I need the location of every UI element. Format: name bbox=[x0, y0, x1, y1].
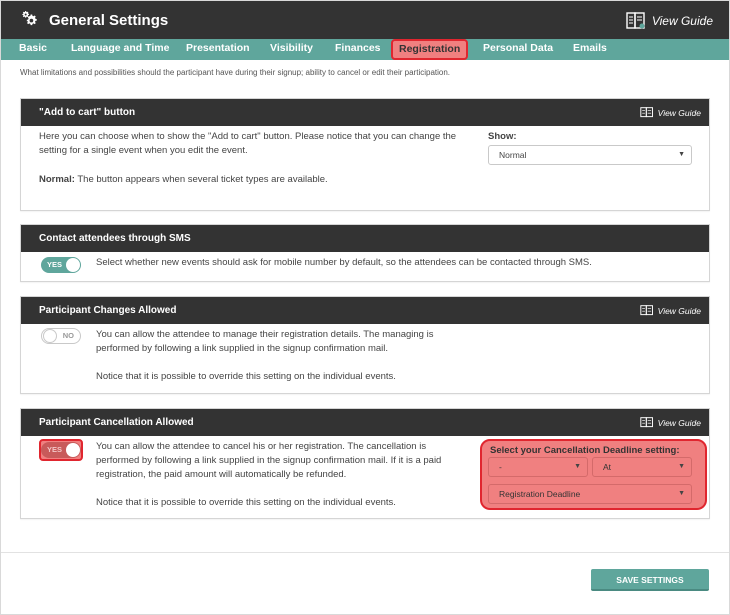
view-guide-link[interactable]: View Guide bbox=[626, 12, 713, 30]
override-note: Notice that it is possible to override t… bbox=[96, 371, 396, 382]
view-guide-link[interactable]: View Guide bbox=[640, 417, 701, 428]
description-line: setting for a single event when you edit… bbox=[39, 145, 248, 156]
show-label: Show: bbox=[488, 131, 517, 142]
view-guide-link[interactable]: View Guide bbox=[640, 107, 701, 118]
view-guide-label: View Guide bbox=[651, 14, 713, 28]
deadline-reference-select[interactable]: Registration Deadline ▼ bbox=[488, 484, 692, 504]
tab-registration[interactable]: Registration bbox=[391, 39, 469, 60]
description-line: registration, the paid amount will autom… bbox=[96, 469, 347, 480]
description-line: You can allow the attendee to cancel his… bbox=[96, 441, 427, 452]
changes-toggle[interactable]: NO bbox=[41, 328, 81, 344]
book-icon bbox=[640, 305, 653, 316]
panel-header: Participant Changes Allowed View Guide bbox=[21, 297, 709, 324]
description-line: performed by following a link supplied i… bbox=[96, 455, 442, 466]
select-value: - bbox=[499, 462, 502, 472]
toggle-label: YES bbox=[47, 445, 63, 454]
footer-divider bbox=[1, 552, 729, 553]
toggle-knob bbox=[43, 329, 57, 343]
book-icon bbox=[640, 107, 653, 118]
description-line: performed by following a link supplied i… bbox=[96, 343, 389, 354]
chevron-down-icon: ▼ bbox=[678, 490, 685, 497]
top-bar: General Settings View Guide bbox=[1, 1, 729, 39]
deadline-amount-select[interactable]: - ▼ bbox=[488, 457, 588, 477]
page-title: General Settings bbox=[49, 12, 169, 29]
book-icon bbox=[640, 417, 653, 428]
save-settings-button[interactable]: SAVE SETTINGS bbox=[591, 569, 709, 591]
panel-title: Participant Cancellation Allowed bbox=[39, 417, 194, 428]
intro-text: What limitations and possibilities shoul… bbox=[20, 68, 451, 77]
tab-language-and-time[interactable]: Language and Time bbox=[71, 42, 169, 54]
tab-emails[interactable]: Emails bbox=[573, 42, 607, 54]
panel-header: "Add to cart" button View Guide bbox=[21, 99, 709, 126]
chevron-down-icon: ▼ bbox=[574, 463, 581, 470]
tab-basic[interactable]: Basic bbox=[19, 42, 47, 54]
view-guide-link[interactable]: View Guide bbox=[640, 305, 701, 316]
show-select[interactable]: Normal ▼ bbox=[488, 145, 692, 165]
cancellation-toggle-highlight: YES bbox=[39, 439, 83, 461]
gear-icon bbox=[22, 11, 37, 26]
mode-description: Normal: The button appears when several … bbox=[39, 173, 328, 187]
participant-cancellation-panel: Participant Cancellation Allowed View Gu… bbox=[20, 408, 710, 519]
tab-bar: Basic Language and Time Presentation Vis… bbox=[1, 39, 729, 60]
description-line: You can allow the attendee to manage the… bbox=[96, 329, 434, 340]
chevron-down-icon: ▼ bbox=[678, 463, 685, 470]
toggle-knob bbox=[66, 443, 80, 457]
sms-description: Select whether new events should ask for… bbox=[96, 257, 592, 268]
tab-visibility[interactable]: Visibility bbox=[270, 42, 313, 54]
toggle-knob bbox=[66, 258, 80, 272]
tab-presentation[interactable]: Presentation bbox=[186, 42, 250, 54]
description-line: Here you can choose when to show the "Ad… bbox=[39, 131, 457, 142]
select-value: Registration Deadline bbox=[499, 489, 581, 499]
cancellation-deadline-highlight: Select your Cancellation Deadline settin… bbox=[480, 439, 707, 510]
cancellation-toggle[interactable]: YES bbox=[41, 442, 81, 458]
tab-finances[interactable]: Finances bbox=[335, 42, 381, 54]
deadline-relation-select[interactable]: At ▼ bbox=[592, 457, 692, 477]
toggle-label: YES bbox=[47, 260, 63, 269]
view-guide-label: View Guide bbox=[657, 305, 701, 316]
deadline-title: Select your Cancellation Deadline settin… bbox=[490, 445, 680, 456]
select-value: At bbox=[603, 462, 612, 472]
mode-text: The button appears when several ticket t… bbox=[77, 174, 328, 185]
mode-label: Normal: bbox=[39, 174, 75, 185]
panel-title: Participant Changes Allowed bbox=[39, 305, 177, 316]
book-icon bbox=[626, 12, 645, 29]
panel-header: Contact attendees through SMS bbox=[21, 225, 709, 252]
show-select-value: Normal bbox=[499, 150, 527, 160]
sms-panel: Contact attendees through SMS YES Select… bbox=[20, 224, 710, 282]
participant-changes-panel: Participant Changes Allowed View Guide N… bbox=[20, 296, 710, 394]
panel-header: Participant Cancellation Allowed View Gu… bbox=[21, 409, 709, 436]
add-to-cart-panel: "Add to cart" button View Guide Here you… bbox=[20, 98, 710, 211]
view-guide-label: View Guide bbox=[657, 417, 701, 428]
sms-toggle[interactable]: YES bbox=[41, 257, 81, 273]
toggle-label: NO bbox=[62, 331, 74, 340]
panel-title: Contact attendees through SMS bbox=[39, 233, 191, 244]
override-note: Notice that it is possible to override t… bbox=[96, 497, 396, 508]
chevron-down-icon: ▼ bbox=[678, 151, 685, 158]
panel-title: "Add to cart" button bbox=[39, 107, 136, 118]
tab-personal-data[interactable]: Personal Data bbox=[483, 42, 553, 54]
view-guide-label: View Guide bbox=[657, 107, 701, 118]
